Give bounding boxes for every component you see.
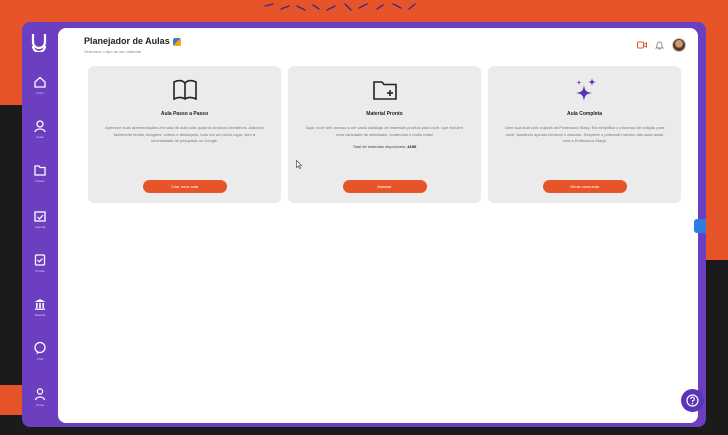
card-description: Aprimore suas apresentações em sala de a… bbox=[105, 125, 264, 143]
sidebar-item-material[interactable]: Material bbox=[22, 290, 58, 324]
page-title-text: Planejador de Aulas bbox=[84, 36, 170, 46]
sidebar-item-inicio[interactable]: Início bbox=[22, 68, 58, 102]
sidebar-item-label: Conta bbox=[35, 403, 44, 407]
sidebar-item-label: Início bbox=[36, 91, 44, 95]
sidebar-item-chat[interactable]: Chat bbox=[22, 334, 58, 368]
mouse-cursor-icon bbox=[296, 160, 302, 169]
video-camera-icon[interactable] bbox=[637, 41, 647, 49]
user-icon bbox=[34, 388, 46, 401]
card-description: Gere sua aula com a ajuda da Professora … bbox=[504, 125, 665, 143]
bell-icon[interactable] bbox=[655, 40, 664, 50]
materials-total-value: 4196 bbox=[407, 144, 417, 149]
sidebar-item-label: Chat bbox=[36, 357, 44, 361]
bank-icon bbox=[34, 299, 46, 310]
materials-total: Total de materiais disponíveis: 4196 bbox=[288, 144, 481, 149]
header-actions bbox=[637, 38, 686, 52]
help-button[interactable] bbox=[681, 389, 704, 412]
avatar[interactable] bbox=[672, 38, 686, 52]
brand-logo-icon bbox=[31, 34, 47, 52]
page-subtitle: Selecione o tipo do seu material bbox=[84, 49, 141, 54]
card-aula-passo-a-passo: Aula Passo a Passo Aprimore suas apresen… bbox=[88, 66, 281, 203]
backdrop-orange-right bbox=[706, 30, 728, 260]
folder-icon bbox=[34, 165, 46, 176]
sparkles-icon bbox=[575, 78, 596, 101]
chat-icon bbox=[34, 341, 46, 355]
sidebar-item-aulas[interactable]: Aulas bbox=[22, 112, 58, 146]
card-title: Aula Passo a Passo bbox=[160, 111, 209, 117]
sidebar-item-pastas[interactable]: Pastas bbox=[22, 156, 58, 190]
sidebar: Início Aulas Pastas Agenda Provas Materi… bbox=[22, 22, 58, 427]
accessibility-tab[interactable] bbox=[694, 219, 706, 233]
books-icon bbox=[172, 37, 181, 46]
question-icon bbox=[686, 394, 699, 407]
home-icon bbox=[34, 76, 46, 88]
main-panel: Planejador de Aulas Selecione o tipo do … bbox=[58, 28, 698, 423]
material-type-cards: Aula Passo a Passo Aprimore suas apresen… bbox=[88, 66, 683, 203]
generate-lesson-button[interactable]: Gerar nova aula bbox=[542, 180, 627, 193]
teacher-icon bbox=[34, 120, 46, 133]
sidebar-item-label: Pastas bbox=[35, 179, 45, 183]
calendar-icon bbox=[34, 211, 46, 222]
folder-plus-icon bbox=[372, 81, 397, 100]
card-title: Aula Completa bbox=[566, 111, 602, 117]
decorative-pattern bbox=[264, 3, 416, 11]
sidebar-item-label: Provas bbox=[35, 269, 45, 273]
card-title: Material Pronto bbox=[366, 111, 403, 117]
checklist-icon bbox=[34, 254, 46, 266]
card-aula-completa: Aula Completa Gere sua aula com a ajuda … bbox=[488, 66, 681, 203]
book-icon bbox=[172, 79, 197, 101]
sidebar-item-label: Agenda bbox=[34, 225, 46, 229]
sidebar-item-conta[interactable]: Conta bbox=[22, 380, 58, 414]
create-lesson-button[interactable]: Criar nova aula bbox=[142, 180, 227, 193]
sidebar-item-agenda[interactable]: Agenda bbox=[22, 202, 58, 236]
card-description: Aqui, você tem acesso a um vasto catálog… bbox=[306, 125, 463, 137]
sidebar-item-label: Material bbox=[34, 313, 46, 317]
access-button[interactable]: Acessar bbox=[342, 180, 427, 193]
sidebar-item-label: Aulas bbox=[36, 135, 44, 139]
sidebar-item-provas[interactable]: Provas bbox=[22, 246, 58, 280]
materials-total-label: Total de materiais disponíveis: bbox=[352, 144, 407, 149]
card-material-pronto: Material Pronto Aqui, você tem acesso a … bbox=[288, 66, 481, 203]
backdrop-orange-left-bottom bbox=[0, 385, 22, 415]
page-title: Planejador de Aulas bbox=[84, 36, 181, 46]
backdrop-orange-left bbox=[0, 30, 22, 105]
